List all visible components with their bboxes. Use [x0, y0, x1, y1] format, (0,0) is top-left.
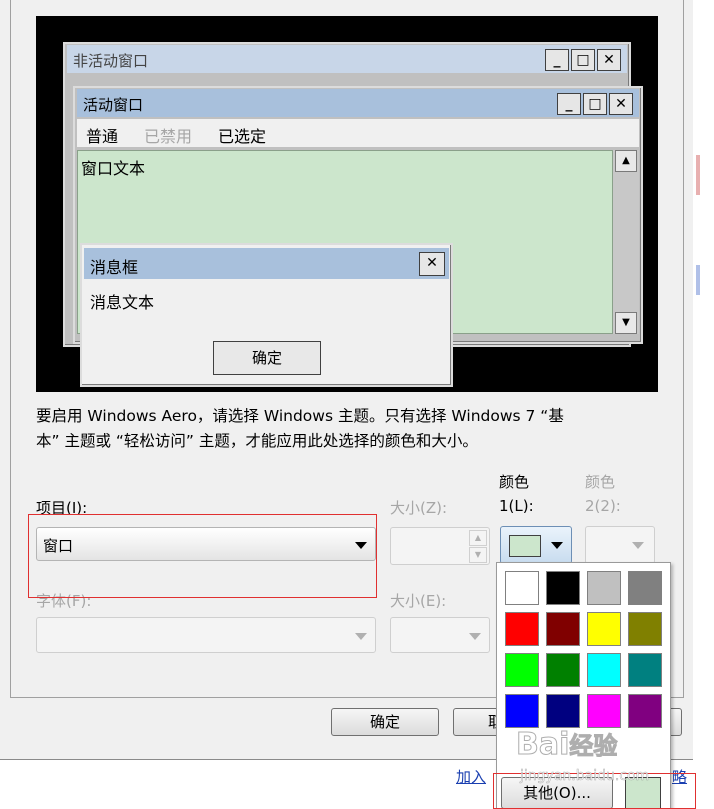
- size-e-label: 大小(E):: [390, 592, 447, 610]
- palette-swatch[interactable]: [587, 694, 621, 728]
- scroll-down-icon: ▼: [615, 312, 637, 334]
- size-z-spinner[interactable]: ▲ ▼: [390, 527, 490, 565]
- close-icon: ✕: [419, 252, 445, 276]
- font-select[interactable]: [36, 617, 376, 653]
- preview-scrollbar: ▲ ▼: [613, 150, 639, 334]
- aero-info-text: 要启用 Windows Aero，请选择 Windows 主题。只有选择 Win…: [36, 404, 564, 454]
- color1-button[interactable]: [500, 526, 572, 564]
- ok-button[interactable]: 确定: [331, 708, 439, 736]
- close-icon: ✕: [609, 93, 633, 115]
- side-strip: [693, 0, 714, 760]
- color1-swatch: [509, 535, 541, 557]
- chevron-down-icon: [632, 542, 644, 549]
- color1-label-bottom: 1(L):: [499, 497, 534, 515]
- color2-label-top: 颜色: [585, 473, 616, 491]
- palette-swatch[interactable]: [587, 653, 621, 687]
- maximize-icon: □: [571, 49, 595, 71]
- palette-swatch[interactable]: [546, 612, 580, 646]
- size-z-label: 大小(Z):: [390, 499, 448, 517]
- palette-swatch[interactable]: [546, 653, 580, 687]
- scroll-up-icon: ▲: [615, 150, 637, 172]
- watermark-logo: Bai经验: [515, 726, 618, 763]
- message-text: 消息文本: [90, 293, 155, 312]
- palette-swatch[interactable]: [628, 571, 662, 605]
- palette-swatch[interactable]: [628, 653, 662, 687]
- close-icon: ✕: [597, 49, 621, 71]
- spin-down-icon[interactable]: ▼: [469, 547, 487, 563]
- palette-swatch[interactable]: [546, 571, 580, 605]
- palette-swatch[interactable]: [628, 612, 662, 646]
- watermark-url: jingyan.baidu.com: [520, 768, 650, 785]
- message-ok-button: 确定: [213, 341, 321, 375]
- chevron-down-icon: [469, 633, 481, 640]
- size-e-select[interactable]: [390, 617, 490, 653]
- message-box: 消息框 ✕ 消息文本 确定: [80, 243, 453, 387]
- item-highlight-box: [28, 514, 377, 598]
- preview-menubar: 普通 已禁用 已选定: [77, 119, 639, 147]
- color2-label-bottom: 2(2):: [585, 497, 621, 515]
- active-window-titlebar: 活动窗口 _ □ ✕: [77, 89, 639, 117]
- watermark-brand: Bai: [515, 727, 570, 763]
- chevron-down-icon: [355, 633, 367, 640]
- palette-swatch[interactable]: [505, 612, 539, 646]
- palette-swatch[interactable]: [628, 694, 662, 728]
- palette-swatch[interactable]: [505, 694, 539, 728]
- message-box-titlebar: 消息框 ✕: [84, 248, 449, 279]
- color2-button[interactable]: [585, 526, 655, 564]
- info-line-2: 本” 主题或 “轻松访问” 主题，才能应用此处选择的颜色和大小。: [36, 432, 478, 450]
- palette-swatch[interactable]: [546, 694, 580, 728]
- window-text: 窗口文本: [81, 159, 146, 178]
- palette-swatch[interactable]: [505, 571, 539, 605]
- palette-swatch[interactable]: [587, 571, 621, 605]
- info-line-1: 要启用 Windows Aero，请选择 Windows 主题。只有选择 Win…: [36, 407, 564, 425]
- inactive-window-title: 非活动窗口: [73, 52, 149, 70]
- minimize-icon: _: [545, 49, 569, 71]
- maximize-icon: □: [583, 93, 607, 115]
- menu-selected: 已选定: [218, 127, 267, 146]
- palette-swatch[interactable]: [587, 612, 621, 646]
- active-window-title: 活动窗口: [83, 96, 144, 114]
- appearance-preview[interactable]: 非活动窗口 _ □ ✕ 活动窗口 _ □ ✕ 普通 已禁用 已选定 窗口文本 ▲…: [36, 16, 658, 392]
- minimize-icon: _: [557, 93, 581, 115]
- chevron-down-icon: [551, 542, 563, 549]
- menu-normal: 普通: [86, 127, 119, 146]
- inactive-window-titlebar: 非活动窗口 _ □ ✕: [67, 45, 627, 73]
- side-accent-1: [696, 155, 700, 195]
- color1-label-top: 颜色: [499, 473, 530, 491]
- side-accent-2: [696, 265, 700, 295]
- menu-disabled: 已禁用: [144, 127, 193, 146]
- watermark-brand-2: 经验: [569, 732, 618, 761]
- join-link[interactable]: 加入: [456, 766, 486, 787]
- message-box-title: 消息框: [90, 258, 139, 277]
- spin-up-icon[interactable]: ▲: [469, 530, 487, 546]
- palette-swatch[interactable]: [505, 653, 539, 687]
